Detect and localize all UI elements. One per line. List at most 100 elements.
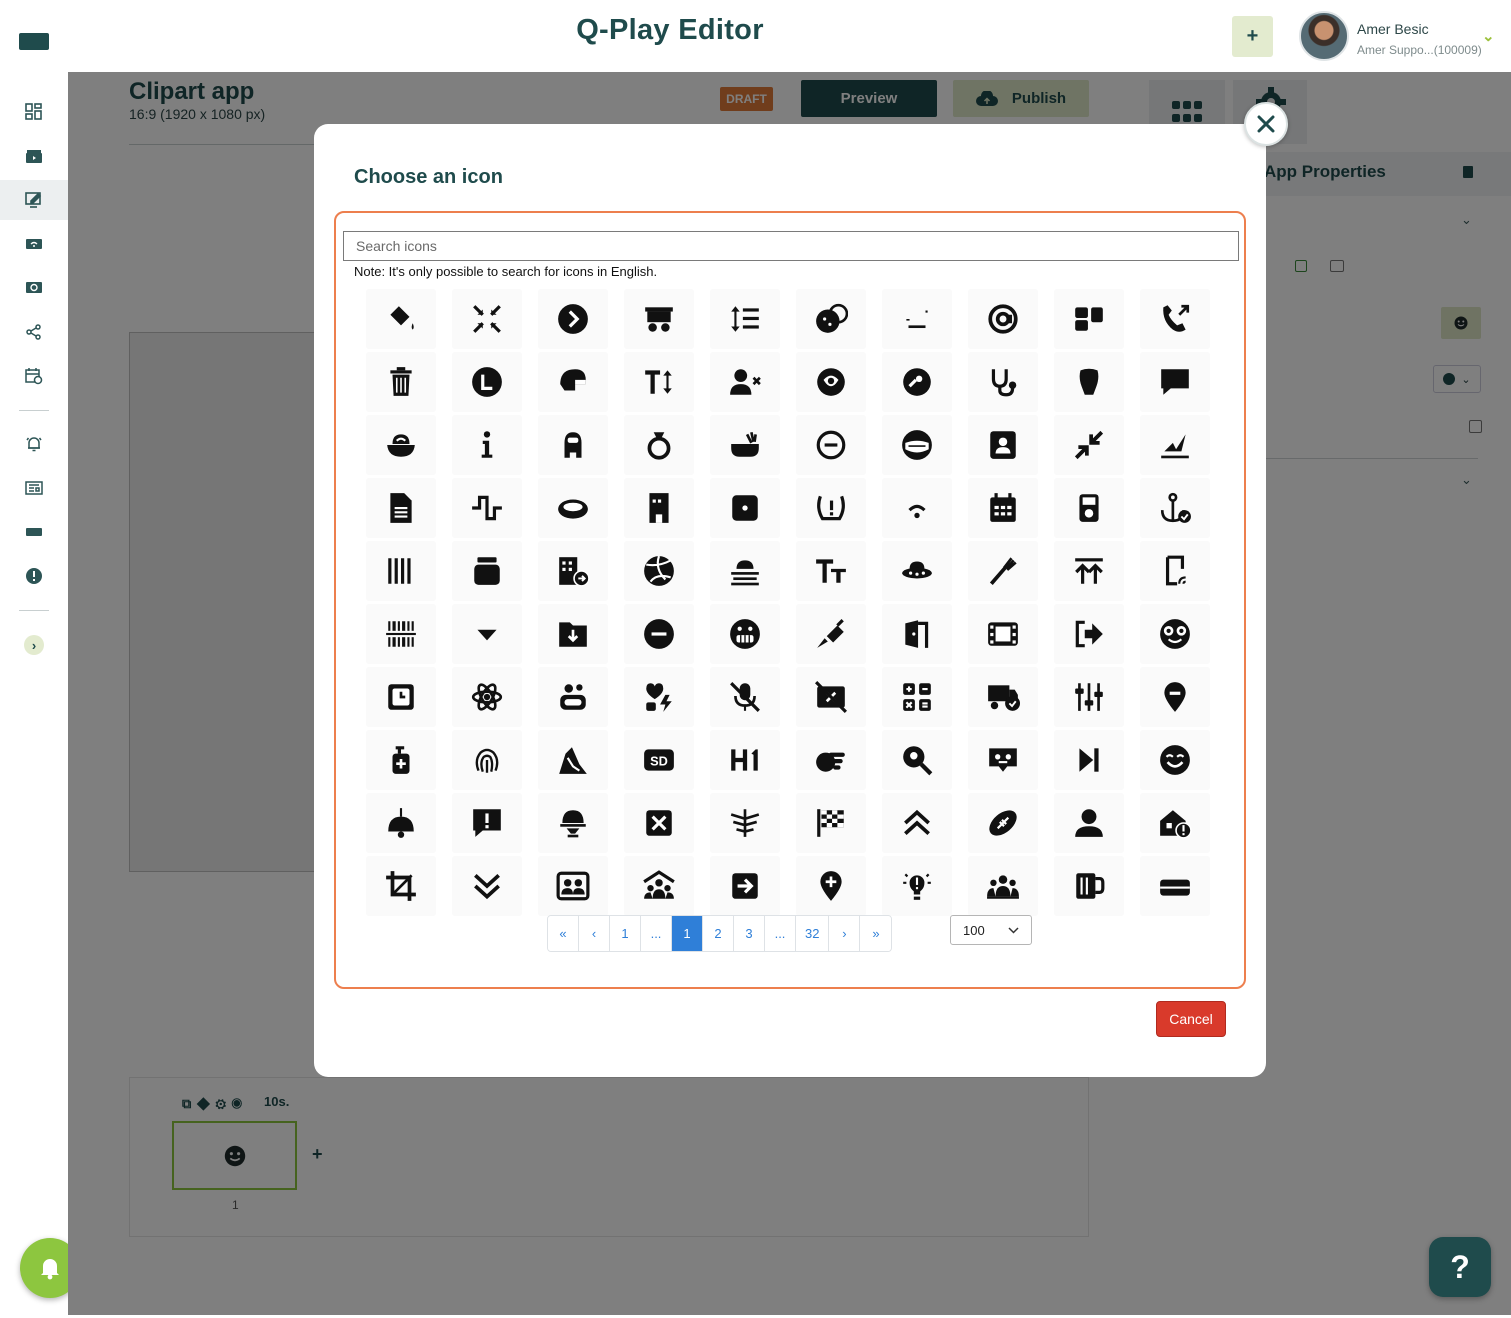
icon-option[interactable] (624, 793, 694, 853)
icon-option[interactable]: SD (624, 730, 694, 790)
icon-option[interactable] (452, 289, 522, 349)
icon-option[interactable] (1054, 352, 1124, 412)
icon-option[interactable] (710, 604, 780, 664)
icon-option[interactable] (452, 856, 522, 916)
page-button[interactable]: 1 (610, 916, 641, 951)
icon-option[interactable] (796, 667, 866, 727)
page-button[interactable]: › (829, 916, 861, 951)
search-input[interactable] (343, 231, 1239, 261)
sidebar-item-schedule[interactable] (0, 356, 68, 396)
icon-option[interactable] (882, 793, 952, 853)
cancel-button[interactable]: Cancel (1156, 1001, 1226, 1037)
icon-option[interactable] (968, 541, 1038, 601)
icon-option[interactable] (882, 415, 952, 475)
icon-option[interactable] (968, 415, 1038, 475)
per-page-select[interactable]: 100 (950, 915, 1032, 945)
icon-option[interactable] (366, 793, 436, 853)
avatar[interactable] (1299, 11, 1349, 61)
icon-option[interactable] (452, 478, 522, 538)
icon-option[interactable] (366, 856, 436, 916)
icon-option[interactable] (968, 478, 1038, 538)
icon-option[interactable] (796, 730, 866, 790)
sidebar-item-media[interactable] (0, 136, 68, 176)
icon-option[interactable] (366, 730, 436, 790)
help-button[interactable]: ? (1429, 1237, 1491, 1297)
icon-option[interactable] (1140, 856, 1210, 916)
icon-option[interactable] (624, 667, 694, 727)
icon-option[interactable] (624, 415, 694, 475)
icon-option[interactable] (1140, 415, 1210, 475)
icon-option[interactable] (624, 541, 694, 601)
add-button[interactable]: + (1232, 16, 1273, 57)
icon-option[interactable] (882, 541, 952, 601)
icon-option[interactable] (968, 730, 1038, 790)
icon-option[interactable] (1054, 856, 1124, 916)
icon-option[interactable] (882, 730, 952, 790)
icon-option[interactable] (710, 667, 780, 727)
icon-option[interactable] (1140, 730, 1210, 790)
icon-option[interactable] (1054, 604, 1124, 664)
icon-option[interactable] (796, 793, 866, 853)
sidebar-item-players[interactable] (0, 224, 68, 264)
icon-option[interactable] (538, 415, 608, 475)
icon-option[interactable] (366, 415, 436, 475)
icon-option[interactable] (624, 856, 694, 916)
sidebar-expand-button[interactable]: › (0, 625, 68, 665)
icon-option[interactable] (1054, 415, 1124, 475)
icon-option[interactable] (796, 415, 866, 475)
icon-option[interactable] (452, 730, 522, 790)
icon-option[interactable] (538, 541, 608, 601)
icon-option[interactable] (624, 352, 694, 412)
icon-option[interactable] (366, 352, 436, 412)
icon-option[interactable] (968, 352, 1038, 412)
icon-option[interactable] (1054, 730, 1124, 790)
icon-option[interactable] (796, 541, 866, 601)
icon-option[interactable] (452, 604, 522, 664)
sidebar-item-share[interactable] (0, 312, 68, 352)
icon-option[interactable] (796, 604, 866, 664)
icon-option[interactable] (1140, 604, 1210, 664)
icon-option[interactable] (710, 856, 780, 916)
icon-option[interactable] (366, 667, 436, 727)
page-button[interactable]: » (860, 916, 892, 951)
icon-option[interactable] (366, 478, 436, 538)
user-name[interactable]: Amer Besic (1357, 21, 1429, 37)
icon-option[interactable] (796, 289, 866, 349)
icon-option[interactable] (882, 667, 952, 727)
page-button[interactable]: « (548, 916, 579, 951)
icon-option[interactable] (1054, 541, 1124, 601)
icon-option[interactable] (882, 352, 952, 412)
icon-option[interactable] (452, 415, 522, 475)
icon-option[interactable] (968, 793, 1038, 853)
icon-option[interactable] (452, 793, 522, 853)
icon-option[interactable] (710, 478, 780, 538)
icon-option[interactable] (968, 604, 1038, 664)
icon-option[interactable] (710, 730, 780, 790)
icon-option[interactable] (968, 289, 1038, 349)
icon-option[interactable] (538, 289, 608, 349)
page-button[interactable]: 2 (703, 916, 734, 951)
icon-option[interactable] (538, 352, 608, 412)
sidebar-item-news[interactable] (0, 468, 68, 508)
page-button[interactable]: ... (641, 916, 672, 951)
icon-option[interactable] (624, 604, 694, 664)
icon-option[interactable] (882, 478, 952, 538)
sidebar-item-editor[interactable] (0, 180, 68, 220)
page-button[interactable]: ‹ (579, 916, 610, 951)
icon-option[interactable] (882, 856, 952, 916)
icon-option[interactable] (538, 667, 608, 727)
icon-option[interactable] (538, 793, 608, 853)
icon-option[interactable] (538, 604, 608, 664)
icon-option[interactable] (538, 730, 608, 790)
icon-option[interactable] (1054, 478, 1124, 538)
icon-option[interactable] (538, 856, 608, 916)
icon-option[interactable] (452, 541, 522, 601)
icon-option[interactable] (1054, 793, 1124, 853)
icon-option[interactable] (710, 289, 780, 349)
icon-option[interactable] (538, 478, 608, 538)
icon-option[interactable] (1054, 667, 1124, 727)
icon-option[interactable] (366, 604, 436, 664)
icon-option[interactable] (1140, 289, 1210, 349)
sidebar-item-warnings[interactable] (0, 556, 68, 596)
chevron-down-icon[interactable]: ⌄ (1482, 27, 1495, 45)
